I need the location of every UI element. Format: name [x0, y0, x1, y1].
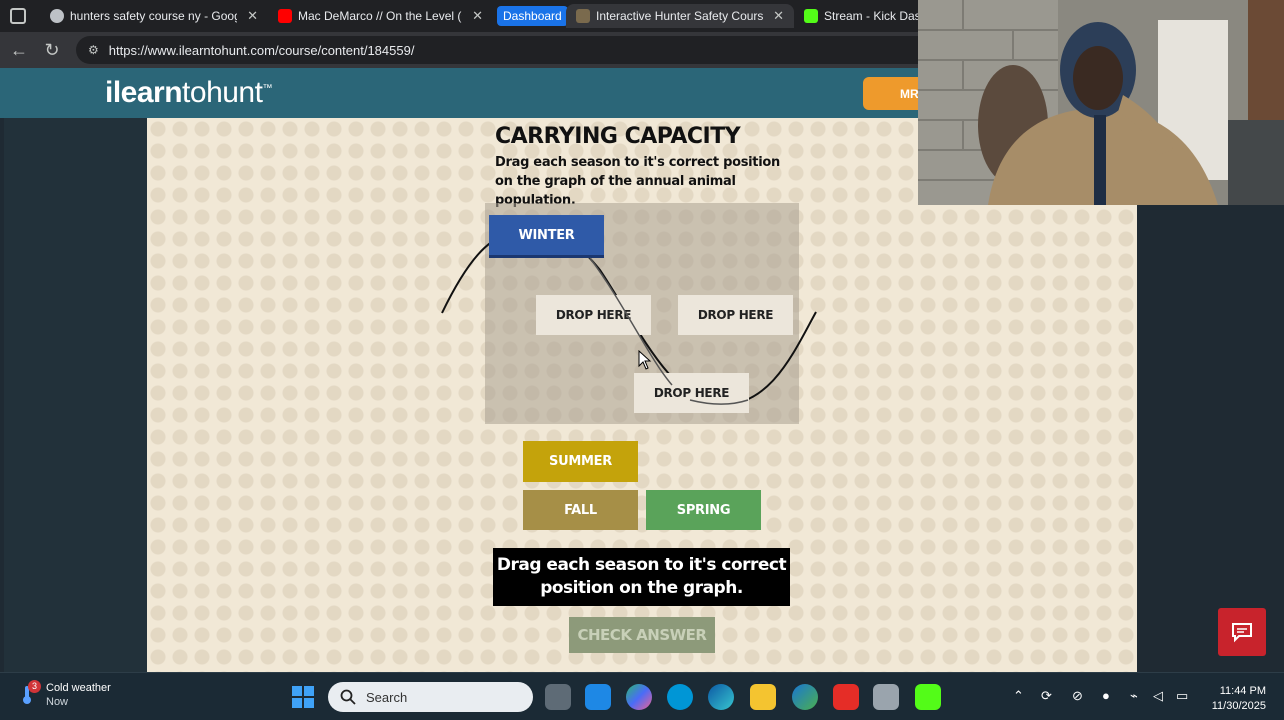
season-card-summer[interactable]: SUMMER — [523, 441, 638, 482]
season-card-spring[interactable]: SPRING — [646, 490, 761, 530]
course-sidebar — [4, 118, 147, 672]
back-arrow-icon[interactable]: ← — [8, 39, 30, 61]
task-view-icon[interactable] — [545, 684, 571, 710]
drop-target-1[interactable]: DROP HERE — [536, 295, 651, 335]
google-favicon-icon — [50, 9, 64, 23]
tab-hunter-safety-course[interactable]: Interactive Hunter Safety Course ✕ — [566, 4, 794, 28]
tab-group-dashboard[interactable]: Dashboard — [497, 6, 568, 26]
url-text: https://www.ilearntohunt.com/course/cont… — [108, 42, 415, 58]
thermometer-icon: 3 — [16, 680, 41, 706]
screen: hunters safety course ny - Google ✕ Mac … — [0, 0, 1284, 720]
chat-button[interactable] — [1218, 608, 1266, 656]
weather-widget[interactable]: 3 Cold weather Now — [16, 680, 111, 709]
weather-subtitle: Now — [46, 696, 69, 708]
trademark-symbol: ™ — [262, 83, 272, 94]
ilearntohunt-favicon-icon — [576, 9, 590, 23]
tab-actions-icon[interactable] — [10, 8, 26, 24]
system-clock[interactable]: 11:44 PM 11/30/2025 — [1206, 684, 1266, 714]
file-explorer-icon[interactable] — [750, 684, 776, 710]
edge-icon[interactable] — [708, 684, 734, 710]
windows-taskbar: 3 Cold weather Now Search ⌃ ⟳ ⊘ ● ⌁ ◁ ▭ — [0, 672, 1284, 720]
taskbar-search[interactable]: Search — [328, 682, 533, 712]
network-off-icon[interactable]: ⊘ — [1072, 688, 1083, 704]
check-answer-button[interactable]: CHECK ANSWER — [569, 617, 715, 653]
volume-icon[interactable]: ◁ — [1153, 688, 1163, 704]
hp-icon[interactable] — [667, 684, 693, 710]
kick-app-icon[interactable] — [915, 684, 941, 710]
tab-title: hunters safety course ny - Google — [70, 9, 238, 23]
youtube-favicon-icon — [278, 9, 292, 23]
windows-start-icon[interactable] — [292, 686, 314, 708]
tab-google-search[interactable]: hunters safety course ny - Google ✕ — [40, 4, 268, 28]
tab-title: Mac DeMarco // On the Level (Of — [298, 9, 463, 23]
close-icon[interactable]: ✕ — [247, 8, 258, 24]
close-icon[interactable]: ✕ — [773, 8, 784, 24]
search-placeholder: Search — [366, 689, 408, 705]
chat-icon — [1232, 623, 1252, 643]
tab-kick-stream[interactable]: Stream - Kick Dash — [794, 4, 918, 28]
feedback-message: Drag each season to it's correct positio… — [493, 548, 790, 606]
notepad-icon[interactable] — [873, 684, 899, 710]
ilearntohunt-logo[interactable]: ilearntohunt™ — [105, 76, 272, 110]
kick-favicon-icon — [804, 9, 818, 23]
logo-bold-text: ilearn — [105, 76, 183, 109]
site-info-icon[interactable]: ⚙ — [88, 43, 99, 57]
season-card-fall[interactable]: FALL — [523, 490, 638, 530]
youtube-app-icon[interactable] — [833, 684, 859, 710]
webcam-overlay — [918, 0, 1284, 205]
microphone-icon[interactable]: ● — [1102, 688, 1110, 703]
browser-app-icon[interactable] — [792, 684, 818, 710]
close-icon[interactable]: ✕ — [472, 8, 483, 24]
weather-title: Cold weather — [46, 682, 111, 694]
clock-date: 11/30/2025 — [1211, 700, 1266, 712]
season-card-winter[interactable]: WINTER — [489, 215, 604, 255]
activity-instructions: Drag each season to it's correct positio… — [495, 155, 780, 208]
store-icon[interactable] — [585, 684, 611, 710]
mouse-cursor-icon — [638, 350, 652, 370]
chevron-up-icon[interactable]: ⌃ — [1013, 688, 1024, 704]
tab-youtube[interactable]: Mac DeMarco // On the Level (Of ✕ — [268, 4, 493, 28]
copilot-icon[interactable] — [626, 684, 652, 710]
search-icon — [340, 689, 356, 705]
drop-target-2[interactable]: DROP HERE — [678, 295, 793, 335]
sync-icon[interactable]: ⟳ — [1041, 688, 1052, 704]
reload-icon[interactable]: ↻ — [41, 39, 63, 61]
notification-badge: 3 — [28, 680, 41, 693]
tab-title: Stream - Kick Dash — [824, 9, 918, 23]
activity-title: CARRYING CAPACITY — [495, 124, 741, 149]
weather-text: Cold weather Now — [46, 681, 111, 709]
battery-icon[interactable]: ▭ — [1176, 688, 1188, 704]
clock-time: 11:44 PM — [1219, 685, 1266, 697]
logo-light-text: tohunt — [182, 76, 263, 109]
tab-title: Interactive Hunter Safety Course — [596, 9, 764, 23]
webcam-person-image — [918, 0, 1284, 205]
drop-target-3[interactable]: DROP HERE — [634, 373, 749, 413]
network-icon[interactable]: ⌁ — [1130, 688, 1138, 704]
